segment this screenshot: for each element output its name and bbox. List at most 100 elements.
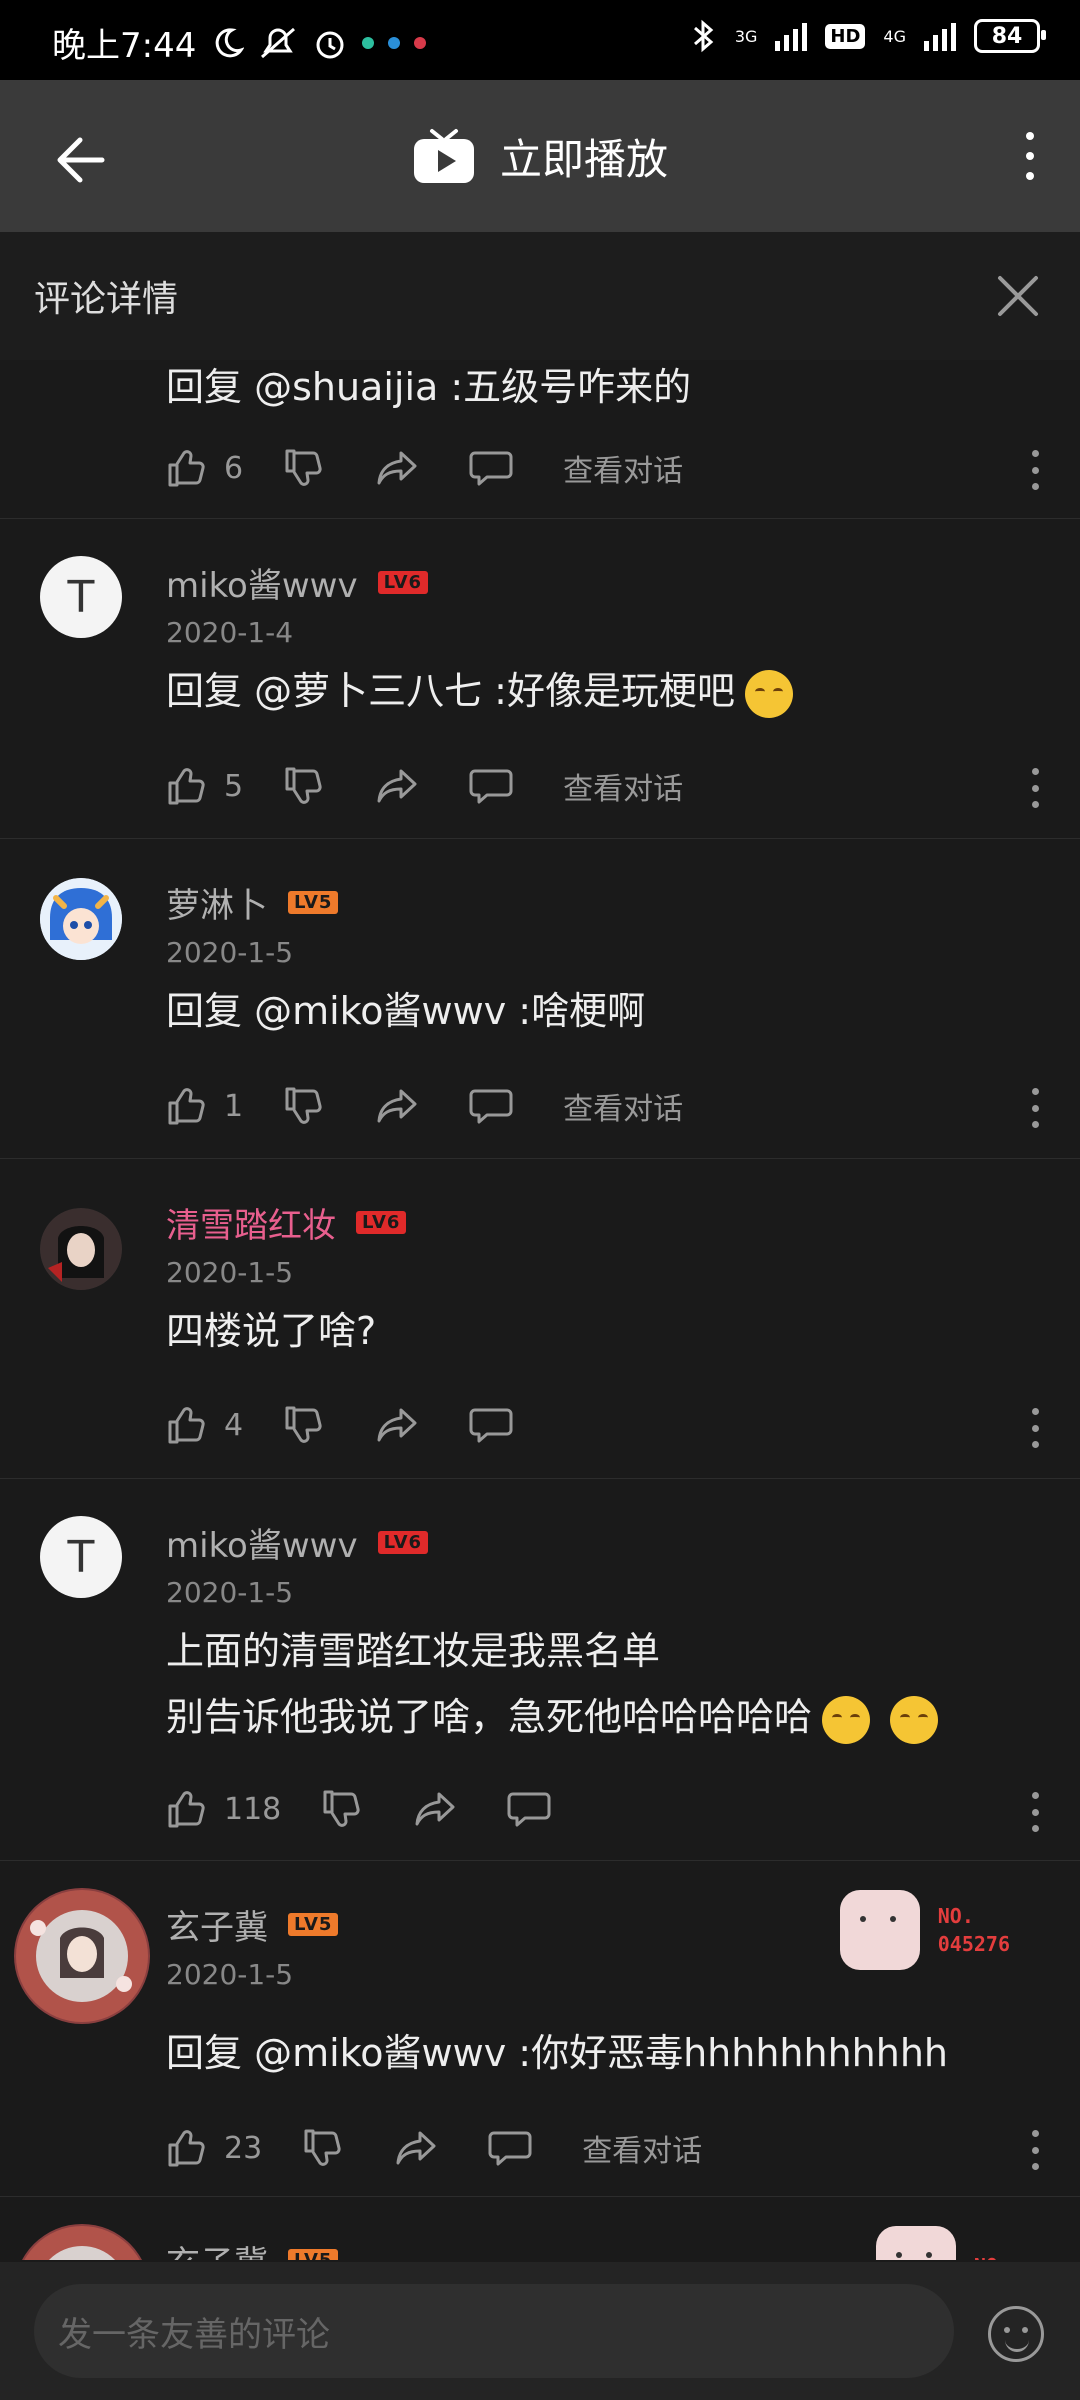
comment-more-icon[interactable] <box>1032 1408 1042 1448</box>
username-text: 玄子冀 <box>166 2236 268 2260</box>
back-arrow-icon[interactable] <box>50 130 110 190</box>
share-icon[interactable] <box>375 1085 419 1127</box>
reply-bubble-icon[interactable] <box>469 447 513 489</box>
signal-icon <box>775 21 808 51</box>
comment-actions: 5 查看对话 <box>166 764 683 808</box>
thumbs-up-icon <box>168 450 205 487</box>
level-badge: LV5 <box>288 1913 339 1936</box>
share-icon[interactable] <box>394 2127 438 2169</box>
comment-more-icon[interactable] <box>1032 450 1042 490</box>
reply-bubble-icon[interactable] <box>507 1788 551 1830</box>
thumbs-down-icon[interactable] <box>283 1085 325 1127</box>
username-text: miko酱wwv <box>166 1526 358 1566</box>
like-button[interactable]: 4 <box>166 1404 243 1446</box>
emoji-icon <box>744 669 793 718</box>
comment-more-icon[interactable] <box>1032 1792 1042 1832</box>
avatar[interactable] <box>14 1888 150 2024</box>
status-bar: 晚上7:44 3G HD 4G 84 <box>0 0 1080 80</box>
comment-actions: 118 <box>166 1788 551 1830</box>
username[interactable]: 萝淋卜 LV5 <box>166 878 339 927</box>
reply-bubble-icon[interactable] <box>469 1404 513 1446</box>
avatar[interactable] <box>40 1208 122 1290</box>
username[interactable]: 清雪踏红妆 LV6 <box>166 1198 407 1247</box>
reply-bubble-icon[interactable] <box>469 1085 513 1127</box>
badge-mascot-icon <box>839 1890 920 1970</box>
app-title: 立即播放 <box>499 134 668 184</box>
moon-icon <box>216 27 245 57</box>
comment-more-icon[interactable] <box>1032 768 1042 808</box>
comment-list[interactable]: 回复 @shuaijia :五级号咋来的 6 查看对话 T miko酱wwv L… <box>0 360 1080 2260</box>
comment-date: 2020-1-5 <box>166 1958 294 1991</box>
like-button[interactable]: 6 <box>166 447 243 489</box>
thumbs-down-icon[interactable] <box>283 765 325 807</box>
character-avatar-icon <box>40 1208 122 1290</box>
thumbs-down-icon[interactable] <box>302 2127 344 2169</box>
comment-actions: 6 查看对话 <box>166 446 683 490</box>
username[interactable]: 玄子冀 LV5 <box>166 2236 339 2260</box>
username-text: 玄子冀 <box>166 1908 268 1948</box>
like-button[interactable]: 23 <box>166 2127 262 2169</box>
like-button[interactable]: 5 <box>166 765 243 807</box>
share-icon[interactable] <box>413 1788 457 1830</box>
comment-actions: 4 <box>166 1404 513 1446</box>
thumbs-down-icon[interactable] <box>283 447 325 489</box>
username[interactable]: miko酱wwv LV6 <box>166 558 429 607</box>
like-button[interactable]: 118 <box>166 1788 281 1830</box>
notification-dot-icon <box>414 36 427 49</box>
emoji-picker-icon[interactable] <box>988 2306 1044 2362</box>
tv-play-icon <box>413 129 474 183</box>
emoji-icon <box>890 1695 939 1744</box>
thumbs-down-icon[interactable] <box>321 1788 363 1830</box>
view-conversation-link[interactable]: 查看对话 <box>563 446 683 490</box>
avatar[interactable] <box>14 2224 150 2260</box>
more-options-icon[interactable] <box>1010 124 1050 188</box>
share-icon[interactable] <box>375 1404 419 1446</box>
close-icon[interactable] <box>994 272 1042 320</box>
donut-frame-avatar-icon <box>16 1890 148 2022</box>
anime-avatar-icon <box>40 878 122 960</box>
comment-text: 回复 @萝卜三八七 :好像是玩梗吧 <box>166 658 793 724</box>
comment-date: 2020-1-5 <box>166 1576 294 1609</box>
like-count: 1 <box>224 1088 244 1124</box>
thumbs-up-icon <box>168 1407 205 1444</box>
thumbs-up-icon <box>168 1791 205 1828</box>
badge-number: NO. 045276 <box>937 1904 1010 1956</box>
comment-item: T miko酱wwv LV6 2020-1-4 回复 @萝卜三八七 :好像是玩梗… <box>0 518 1080 839</box>
avatar[interactable]: T <box>40 556 122 638</box>
username[interactable]: miko酱wwv LV6 <box>166 1518 429 1567</box>
comment-input[interactable]: 发一条友善的评论 <box>34 2284 954 2378</box>
reply-bubble-icon[interactable] <box>469 765 513 807</box>
comment-line: 上面的清雪踏红妆是我黑名单 <box>166 1629 661 1673</box>
bluetooth-icon <box>693 19 714 53</box>
view-conversation-link[interactable]: 查看对话 <box>563 764 683 808</box>
share-icon[interactable] <box>375 765 419 807</box>
view-conversation-link[interactable]: 查看对话 <box>563 1084 683 1128</box>
like-button[interactable]: 1 <box>166 1085 243 1127</box>
view-conversation-link[interactable]: 查看对话 <box>582 2126 702 2170</box>
thumbs-down-icon[interactable] <box>283 1404 325 1446</box>
like-count: 23 <box>224 2130 263 2166</box>
app-title-group: 立即播放 <box>412 126 668 187</box>
comment-item: 玄子冀 LV5 NO. <box>0 2196 1080 2260</box>
avatar[interactable]: T <box>40 1516 122 1598</box>
notification-dot-icon <box>388 36 401 49</box>
avatar[interactable] <box>40 878 122 960</box>
share-icon[interactable] <box>375 447 419 489</box>
comment-line: 回复 @萝卜三八七 :好像是玩梗吧 <box>166 669 735 713</box>
comment-item: 玄子冀 LV5 NO. 045276 2020-1-5 回复 @miko酱wwv… <box>0 1860 1080 2197</box>
level-badge: LV6 <box>356 1211 407 1234</box>
username[interactable]: 玄子冀 LV5 <box>166 1900 339 1949</box>
reply-bubble-icon[interactable] <box>488 2127 532 2169</box>
comment-item: 回复 @shuaijia :五级号咋来的 6 查看对话 <box>0 360 1080 519</box>
comment-more-icon[interactable] <box>1032 2130 1042 2170</box>
comment-line: 别告诉他我说了啥，急死他哈哈哈哈哈 <box>166 1695 813 1739</box>
like-count: 118 <box>224 1791 282 1827</box>
comment-date: 2020-1-4 <box>166 616 294 649</box>
username-text: 萝淋卜 <box>166 886 268 926</box>
comment-more-icon[interactable] <box>1032 1088 1042 1128</box>
app-bar: 立即播放 <box>0 80 1080 232</box>
like-count: 5 <box>224 768 244 804</box>
sheet-title: 评论详情 <box>34 279 179 320</box>
thumbs-up-icon <box>168 2130 205 2167</box>
status-time: 晚上7:44 <box>52 26 197 66</box>
